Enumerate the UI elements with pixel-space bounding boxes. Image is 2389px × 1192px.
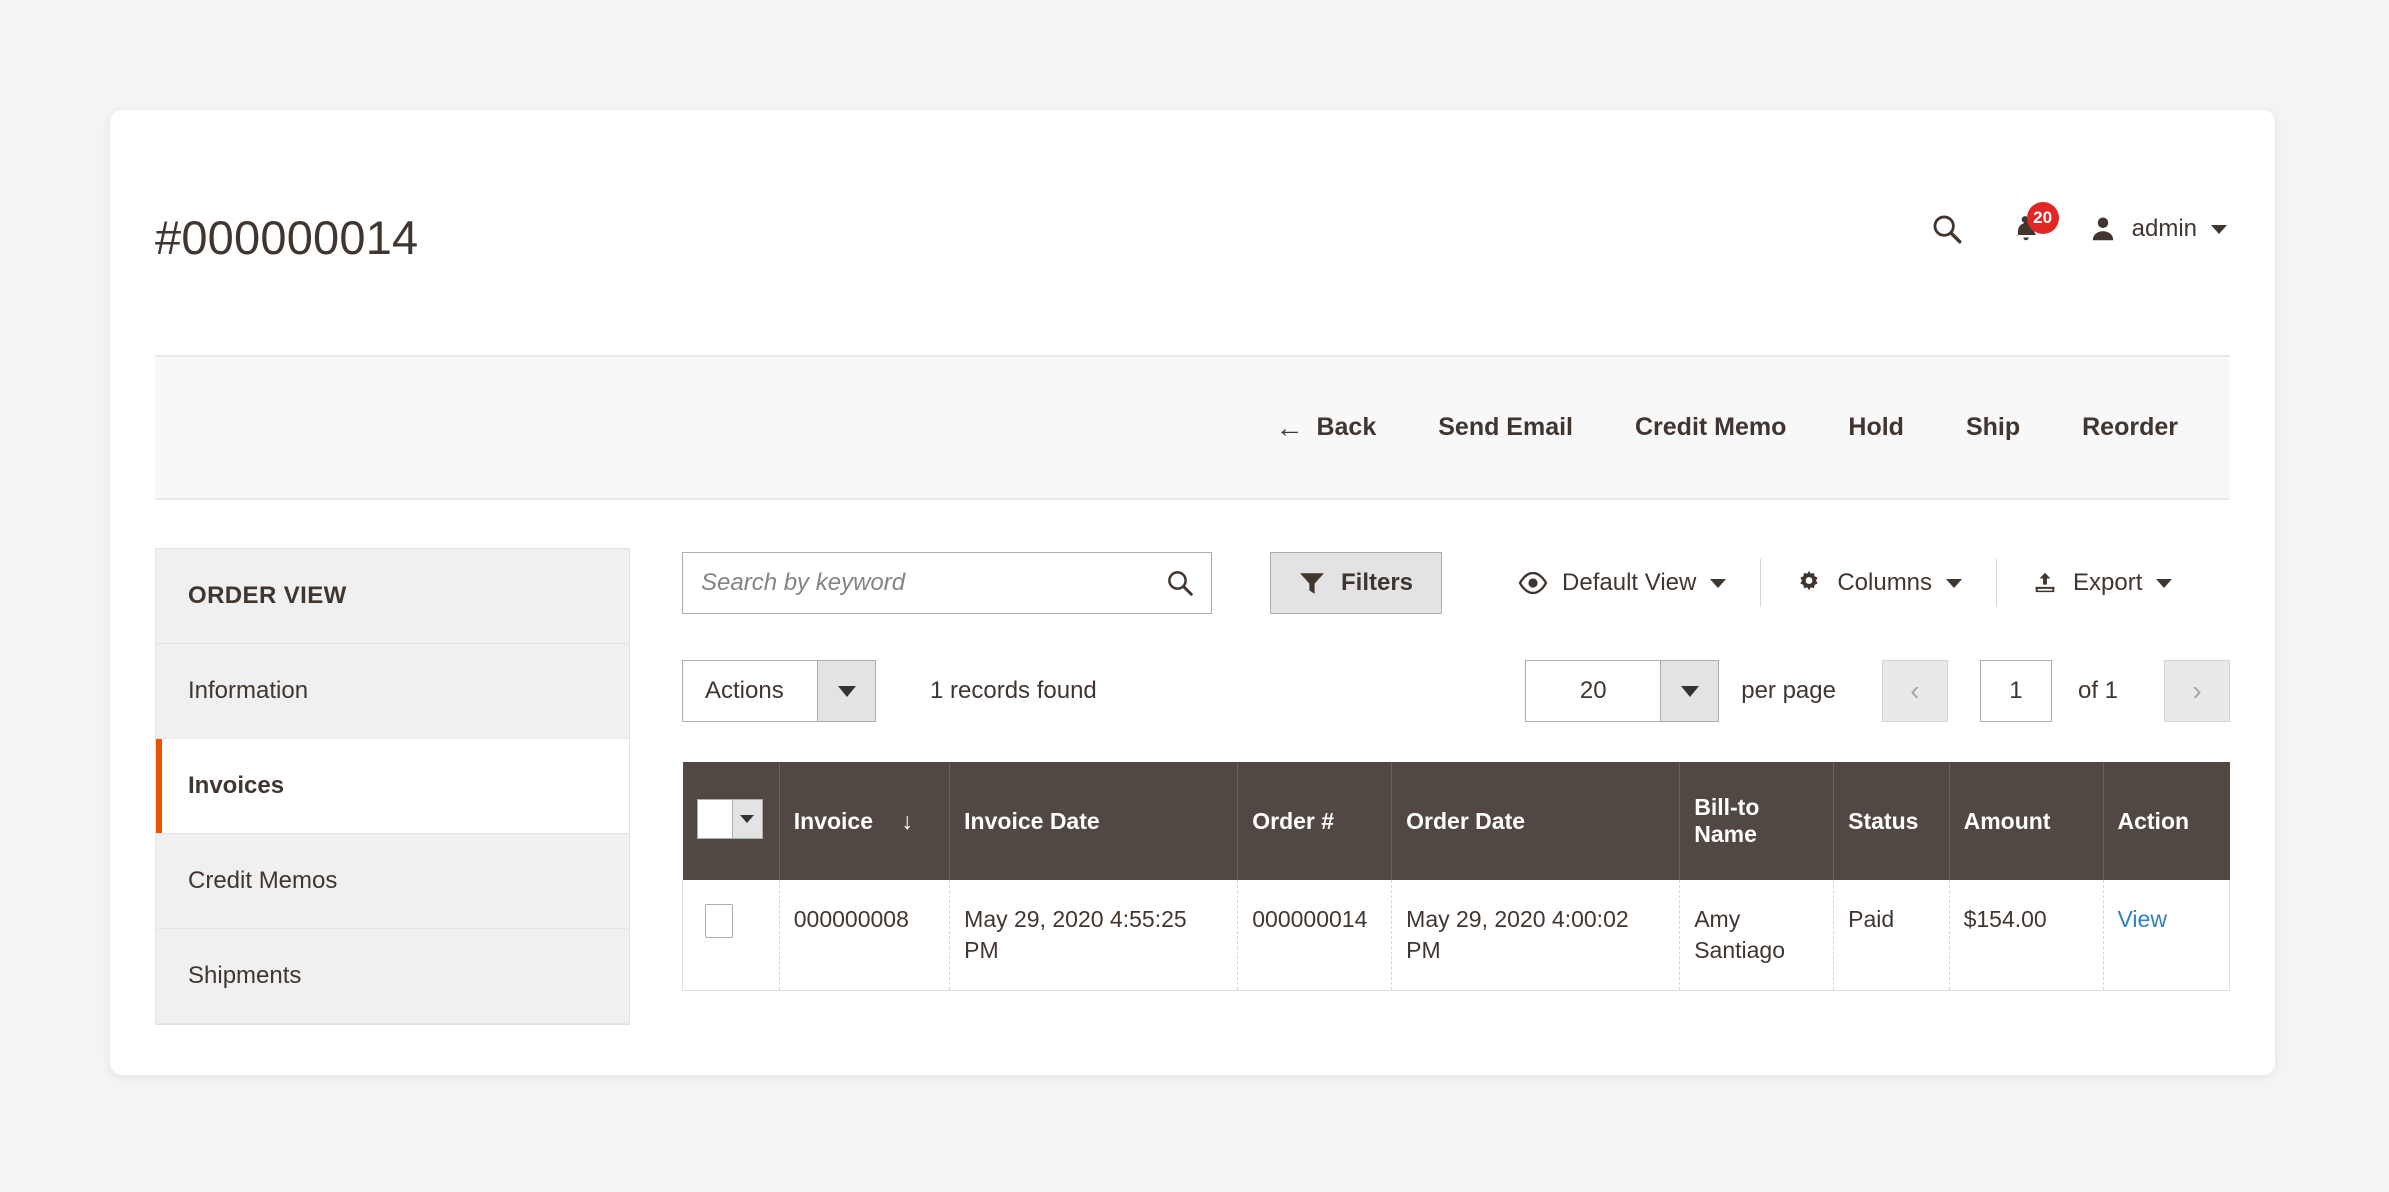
grid-meta-bar: Actions 1 records found 20 per page ‹ of… [682, 658, 2230, 724]
global-search-button[interactable] [1930, 212, 1964, 246]
search-icon [1933, 215, 1962, 244]
arrow-left-icon: ← [1275, 411, 1304, 443]
column-header-status[interactable]: Status [1833, 762, 1950, 880]
gear-icon [1800, 570, 1818, 591]
records-found-label: 1 records found [930, 677, 1097, 704]
ship-button[interactable]: Ship [1966, 413, 2020, 442]
cell-order-date: May 29, 2020 4:00:02 PM [1391, 880, 1681, 992]
column-header-order-number[interactable]: Order # [1237, 762, 1393, 880]
hold-button[interactable]: Hold [1848, 413, 1904, 442]
back-button-label: Back [1316, 413, 1377, 441]
column-header-invoice-date[interactable]: Invoice Date [949, 762, 1239, 880]
per-page-value: 20 [1526, 661, 1661, 721]
chevron-down-icon [837, 685, 856, 697]
user-icon [2092, 217, 2113, 241]
view-invoice-link[interactable]: View [2118, 906, 2167, 932]
column-header-amount[interactable]: Amount [1949, 762, 2104, 880]
send-email-button[interactable]: Send Email [1438, 413, 1573, 442]
export-dropdown[interactable]: Export [1997, 559, 2206, 607]
mass-actions-select[interactable]: Actions [682, 660, 876, 722]
user-menu[interactable]: admin [2088, 214, 2227, 244]
chevron-down-icon [2156, 578, 2173, 588]
row-select-cell [682, 880, 780, 992]
select-all-control[interactable] [696, 798, 763, 839]
per-page-label: per page [1741, 677, 1836, 704]
next-page-button[interactable]: › [2164, 660, 2230, 722]
back-button[interactable]: ← Back [1275, 413, 1376, 442]
column-header-bill-to-name[interactable]: Bill-to Name [1679, 762, 1835, 880]
previous-page-button[interactable]: ‹ [1881, 660, 1948, 722]
cell-action: View [2103, 880, 2230, 992]
cell-status: Paid [1833, 880, 1950, 992]
per-page-select[interactable]: 20 [1525, 660, 1720, 722]
default-view-label: Default View [1562, 569, 1697, 596]
sidebar-item-invoices[interactable]: Invoices [156, 739, 629, 834]
funnel-icon [1300, 573, 1324, 594]
cell-bill-to-name: Amy Santiago [1679, 880, 1835, 992]
notifications-button[interactable]: 20 [2010, 202, 2059, 246]
user-name: admin [2131, 215, 2197, 242]
column-header-invoice[interactable]: Invoice ↓ [779, 762, 951, 880]
cell-invoice: 000000008 [779, 880, 951, 992]
per-page-caret[interactable] [1660, 661, 1719, 721]
chevron-left-icon: ‹ [1910, 675, 1920, 706]
admin-page-card: #000000014 20 admin ← Back Send Email Cr… [110, 110, 2275, 1075]
search-icon[interactable] [1165, 568, 1195, 598]
chevron-down-icon [1710, 578, 1727, 588]
table-header-row: Invoice ↓ Invoice Date Order # Order Dat… [682, 762, 2230, 880]
page-total-label: of 1 [2077, 677, 2118, 704]
chevron-down-icon [1680, 685, 1699, 697]
select-all-checkbox[interactable] [697, 799, 732, 838]
columns-dropdown[interactable]: Columns [1761, 559, 1996, 607]
pagination: 20 per page ‹ of 1 › [1525, 660, 2230, 722]
cell-amount: $154.00 [1949, 880, 2104, 992]
table-row: 000000008 May 29, 2020 4:55:25 PM 000000… [682, 880, 2230, 992]
row-checkbox[interactable] [705, 904, 733, 938]
notification-count-badge: 20 [2026, 202, 2059, 234]
sidebar-item-shipments[interactable]: Shipments [156, 929, 629, 1024]
mass-actions-value: Actions [683, 661, 817, 721]
export-upload-icon [2035, 572, 2055, 593]
column-header-invoice-label: Invoice [793, 807, 874, 834]
column-header-action: Action [2103, 762, 2230, 880]
order-view-sidebar: ORDER VIEW Information Invoices Credit M… [155, 548, 630, 1025]
cell-invoice-date: May 29, 2020 4:55:25 PM [949, 880, 1239, 992]
chevron-down-icon [1946, 578, 1963, 588]
select-all-dropdown[interactable] [731, 799, 762, 838]
page-number-input[interactable] [1979, 660, 2052, 722]
page-body: ORDER VIEW Information Invoices Credit M… [110, 500, 2275, 1025]
search-input[interactable] [683, 553, 1211, 613]
search-box [682, 552, 1212, 614]
order-action-bar: ← Back Send Email Credit Memo Hold Ship … [155, 355, 2230, 500]
select-all-header [682, 762, 780, 880]
filters-button-label: Filters [1341, 569, 1414, 596]
chevron-down-icon [2211, 224, 2227, 234]
page-title: #000000014 [155, 211, 419, 264]
filters-button[interactable]: Filters [1270, 552, 1443, 614]
credit-memo-button[interactable]: Credit Memo [1635, 413, 1786, 442]
invoices-table: Invoice ↓ Invoice Date Order # Order Dat… [682, 762, 2230, 992]
sidebar-title: ORDER VIEW [156, 549, 629, 644]
grid-toolbar: Filters Default View [682, 548, 2230, 618]
mass-actions-caret[interactable] [817, 661, 875, 721]
sort-descending-icon: ↓ [901, 807, 913, 834]
invoices-grid-panel: Filters Default View [630, 548, 2230, 1025]
column-header-order-date[interactable]: Order Date [1391, 762, 1681, 880]
chevron-right-icon: › [2192, 675, 2202, 706]
header-tools: 20 admin [1930, 202, 2227, 246]
columns-label: Columns [1837, 569, 1933, 596]
sidebar-item-information[interactable]: Information [156, 644, 629, 739]
reorder-button[interactable]: Reorder [2082, 413, 2178, 442]
chevron-down-icon [740, 814, 754, 823]
cell-order-number: 000000014 [1237, 880, 1393, 992]
export-label: Export [2073, 569, 2143, 596]
view-controls: Default View Columns Export [1484, 552, 2206, 614]
page-header: #000000014 20 admin [110, 110, 2275, 355]
default-view-dropdown[interactable]: Default View [1484, 559, 1760, 607]
eye-icon [1518, 572, 1548, 594]
sidebar-item-credit-memos[interactable]: Credit Memos [156, 834, 629, 929]
